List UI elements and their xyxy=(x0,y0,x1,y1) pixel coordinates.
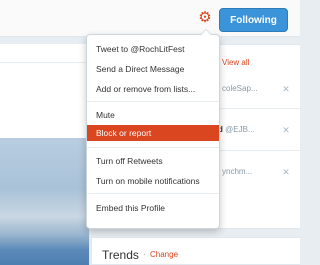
menu-item-embed-profile[interactable]: Embed this Profile xyxy=(87,200,219,216)
menu-item-block-or-report[interactable]: Block or report xyxy=(87,125,219,141)
suggestion-handle[interactable]: ynchm... xyxy=(222,167,252,176)
dismiss-icon[interactable]: ✕ xyxy=(281,84,291,94)
menu-caret-inner xyxy=(201,30,211,35)
suggestion-handle[interactable]: coleSap... xyxy=(222,84,258,93)
suggestion-handle-text: @EJB... xyxy=(225,125,255,134)
menu-divider xyxy=(87,193,219,194)
view-all-link[interactable]: View all xyxy=(222,58,249,67)
menu-item-mute[interactable]: Mute xyxy=(87,107,219,123)
menu-item-turn-off-retweets[interactable]: Turn off Retweets xyxy=(87,153,219,169)
menu-divider xyxy=(87,101,219,102)
menu-divider xyxy=(87,147,219,148)
dismiss-icon[interactable]: ✕ xyxy=(281,167,291,177)
menu-item-mobile-notifications[interactable]: Turn on mobile notifications xyxy=(87,173,219,189)
dismiss-icon[interactable]: ✕ xyxy=(281,125,291,135)
suggestion-handle[interactable]: d @EJB... xyxy=(218,125,255,134)
menu-item-tweet-to[interactable]: Tweet to @RochLitFest xyxy=(87,41,219,57)
trends-title: Trends xyxy=(102,248,139,262)
media-photo[interactable] xyxy=(0,138,89,265)
trends-separator: · xyxy=(143,250,146,259)
following-button[interactable]: Following xyxy=(219,8,288,32)
menu-item-lists[interactable]: Add or remove from lists... xyxy=(87,81,219,97)
gear-icon[interactable]: ⚙ xyxy=(197,10,213,26)
divider xyxy=(0,62,89,63)
menu-item-send-dm[interactable]: Send a Direct Message xyxy=(87,61,219,77)
trends-change-link[interactable]: Change xyxy=(150,250,178,259)
